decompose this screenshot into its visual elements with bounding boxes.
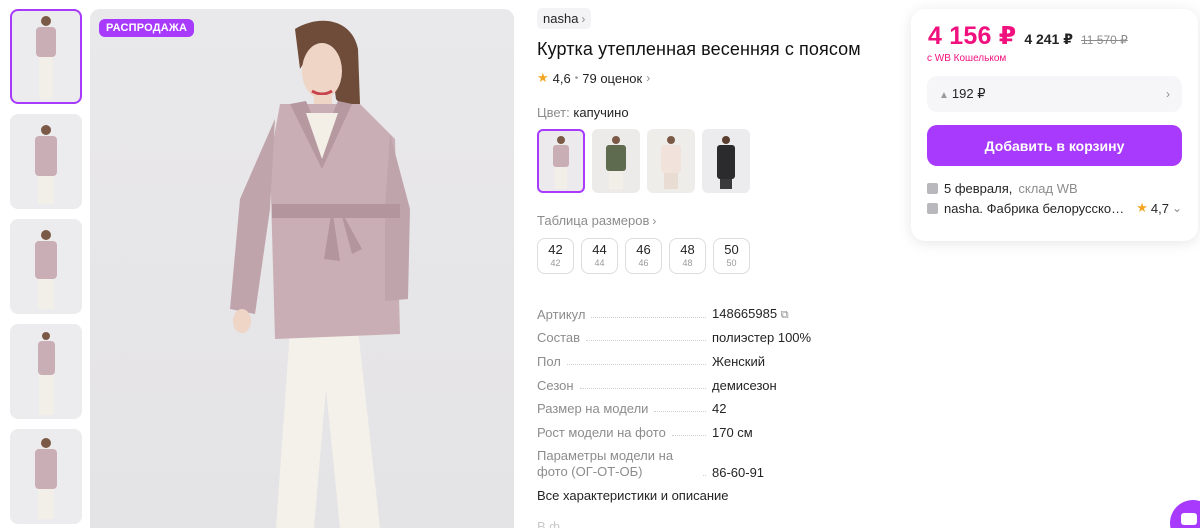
article-number: 148665985	[712, 305, 778, 321]
star-icon: ★	[1136, 200, 1148, 215]
thumbnail-4[interactable]	[10, 324, 82, 419]
spec-key: Состав	[537, 330, 581, 346]
size-option[interactable]: 48 48	[669, 238, 706, 274]
rating-row[interactable]: ★ 4,6 • 79 оценок ›	[537, 70, 887, 86]
size-ru: 48	[682, 258, 693, 268]
chat-icon	[1181, 513, 1197, 525]
sale-badge: РАСПРОДАЖА	[99, 19, 195, 37]
size-table-link[interactable]: Таблица размеров ›	[537, 213, 887, 228]
spec-row: Пол Женский	[537, 345, 827, 369]
bonus-row[interactable]: ▲ 192 ₽ ›	[927, 76, 1182, 112]
price-row: 4 156 ₽ 4 241 ₽ 11 570 ₽	[928, 21, 1182, 51]
thumbnail-1[interactable]	[10, 9, 82, 104]
specs-list: Артикул 148665985 ⧉ Состав полиэстер 100%…	[537, 298, 827, 480]
chevron-down-icon: ⌄	[1171, 201, 1182, 215]
main-product-image[interactable]: РАСПРОДАЖА	[90, 9, 514, 528]
spec-key: Сезон	[537, 377, 574, 393]
size-table-label: Таблица размеров	[537, 213, 650, 228]
size-options: 42 42 44 44 46 46 48 48 50 50	[537, 238, 887, 274]
thumbnail-2[interactable]	[10, 114, 82, 209]
seller-rating-value: 4,7	[1150, 200, 1169, 216]
color-value: капучино	[573, 105, 629, 120]
swatch-cream[interactable]	[647, 129, 695, 193]
rating-value: 4,6	[552, 70, 571, 86]
color-selector: Цвет: капучино	[537, 105, 887, 120]
spec-key: Рост модели на фото	[537, 425, 666, 441]
reviews-count: 79 оценок	[582, 70, 643, 86]
spec-row: Размер на модели 42	[537, 393, 827, 417]
swatch-cappuccino[interactable]	[537, 129, 585, 193]
seller-name: nasha. Фабрика белорусской о...	[944, 200, 1131, 216]
swatch-olive[interactable]	[592, 129, 640, 193]
faded-section-title: В ф ...	[537, 519, 575, 528]
thumbnail-strip	[10, 9, 84, 528]
box-icon	[927, 182, 938, 194]
spec-row: Сезон демисезон	[537, 369, 827, 393]
size-ru: 44	[594, 258, 605, 268]
spec-key: Артикул	[537, 306, 586, 322]
regular-price: 4 241 ₽	[1024, 31, 1073, 47]
size-option[interactable]: 46 46	[625, 238, 662, 274]
spec-key: Параметры модели на фото (ОГ-ОТ-ОБ)	[537, 448, 674, 480]
spec-row: Состав полиэстер 100%	[537, 322, 827, 346]
model-photo	[230, 20, 410, 528]
wallet-note: с WB Кошельком	[927, 53, 1007, 64]
all-specs-link[interactable]: Все характеристики и описание	[537, 488, 887, 503]
spec-key: Размер на модели	[537, 401, 649, 417]
size-number: 44	[592, 242, 607, 257]
spec-row: Артикул 148665985 ⧉	[537, 298, 827, 322]
size-option[interactable]: 44 44	[581, 238, 618, 274]
add-to-cart-button[interactable]: Добавить в корзину	[927, 125, 1182, 166]
separator-dot: •	[574, 72, 579, 84]
buy-card: 4 156 ₽ 4 241 ₽ 11 570 ₽ с WB Кошельком …	[911, 9, 1198, 241]
chevron-right-icon: ›	[581, 11, 586, 26]
spec-value: 170 см	[712, 425, 753, 441]
chevron-right-icon: ›	[646, 71, 651, 85]
copy-icon[interactable]: ⧉	[781, 309, 789, 321]
color-label: Цвет:	[537, 105, 570, 120]
shop-icon	[927, 202, 938, 214]
seller-row[interactable]: nasha. Фабрика белорусской о... ★ 4,7 ⌄	[927, 198, 1182, 218]
size-ru: 50	[726, 258, 737, 268]
star-icon: ★	[537, 70, 549, 85]
product-title: Куртка утепленная весенняя с поясом	[537, 39, 861, 59]
spec-value: 86-60-91	[712, 465, 765, 481]
triangle-icon: ▲	[939, 90, 949, 101]
product-info: nasha › Куртка утепленная весенняя с поя…	[537, 8, 887, 528]
swatch-black[interactable]	[702, 129, 750, 193]
spec-value: полиэстер 100%	[712, 330, 812, 346]
size-number: 46	[636, 242, 651, 257]
chat-button[interactable]	[1170, 500, 1200, 528]
size-option[interactable]: 50 50	[713, 238, 750, 274]
thumbnail-5[interactable]	[10, 429, 82, 524]
seller-rating: ★ 4,7 ⌄	[1136, 200, 1182, 216]
spec-value: 148665985 ⧉	[712, 306, 827, 322]
spec-value: 42	[712, 401, 727, 417]
delivery-row: 5 февраля, склад WB	[927, 178, 1182, 198]
delivery-date: 5 февраля,	[944, 180, 1013, 196]
size-ru: 46	[638, 258, 649, 268]
brand-name: nasha	[543, 11, 579, 26]
spec-row: Рост модели на фото 170 см	[537, 416, 827, 440]
size-number: 50	[724, 242, 739, 257]
spec-row: Параметры модели на фото (ОГ-ОТ-ОБ) 86-60…	[537, 440, 827, 480]
delivery-info: 5 февраля, склад WB nasha. Фабрика белор…	[927, 178, 1182, 218]
spec-value: Женский	[712, 354, 765, 370]
thumbnail-3[interactable]	[10, 219, 82, 314]
size-option[interactable]: 42 42	[537, 238, 574, 274]
spec-value: демисезон	[712, 377, 777, 393]
chevron-right-icon: ›	[1166, 87, 1170, 101]
spec-key: Пол	[537, 354, 561, 370]
bonus-value: 192 ₽	[951, 86, 986, 101]
size-number: 42	[548, 242, 563, 257]
size-ru: 42	[550, 258, 561, 268]
brand-link[interactable]: nasha ›	[537, 8, 592, 29]
color-swatches	[537, 129, 887, 193]
wallet-price: 4 156 ₽	[928, 22, 1017, 50]
warehouse: склад WB	[1018, 180, 1078, 196]
old-price: 11 570 ₽	[1080, 33, 1128, 47]
chevron-right-icon: ›	[652, 213, 657, 228]
size-number: 48	[680, 242, 695, 257]
